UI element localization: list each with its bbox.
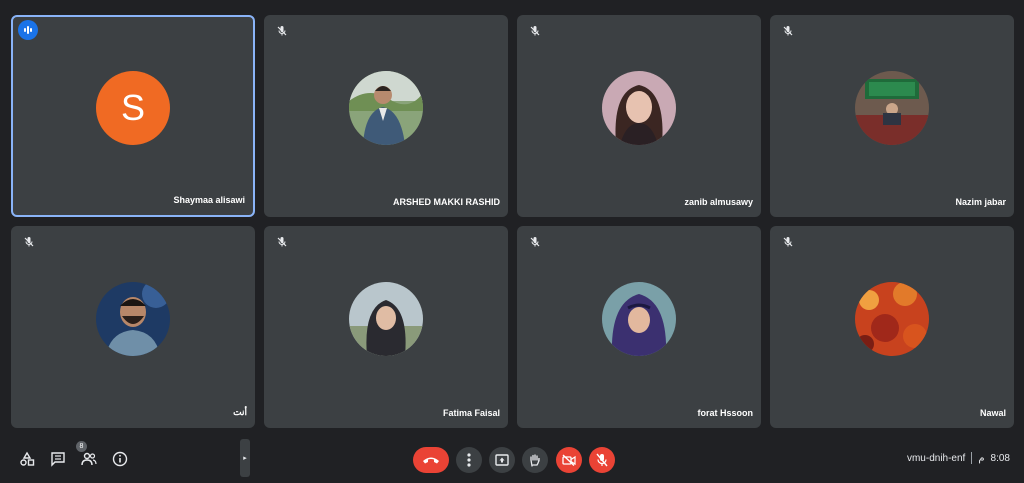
participant-name: forat Hssoon bbox=[697, 408, 753, 418]
bottom-toolbar: 8 vmu-dnih-enf م 8:08 bbox=[0, 435, 1024, 483]
meeting-code: vmu-dnih-enf bbox=[906, 452, 966, 464]
mic-off-icon bbox=[20, 233, 38, 251]
participant-tile[interactable]: zanib almusawy bbox=[517, 15, 761, 217]
mic-off-icon bbox=[596, 453, 608, 467]
end-call-icon bbox=[423, 457, 439, 464]
speaking-icon bbox=[18, 20, 38, 40]
microphone-toggle-button[interactable] bbox=[589, 447, 615, 473]
participant-tile[interactable]: Nazim jabar bbox=[770, 15, 1014, 217]
avatar bbox=[96, 282, 170, 356]
present-icon bbox=[495, 454, 509, 466]
participant-tile[interactable]: S Shaymaa alisawi bbox=[11, 15, 255, 217]
avatar bbox=[602, 282, 676, 356]
mic-off-icon bbox=[779, 233, 797, 251]
participant-name: Nazim jabar bbox=[955, 197, 1006, 207]
avatar bbox=[602, 71, 676, 145]
camera-off-icon bbox=[562, 454, 576, 466]
participant-tile[interactable]: أنت bbox=[11, 226, 255, 428]
raise-hand-button[interactable] bbox=[522, 447, 548, 473]
participant-name: zanib almusawy bbox=[684, 197, 753, 207]
avatar: S bbox=[96, 71, 170, 145]
chat-icon[interactable] bbox=[46, 447, 70, 471]
time-suffix: م bbox=[978, 452, 985, 464]
mic-off-icon bbox=[273, 233, 291, 251]
participant-tile[interactable]: forat Hssoon bbox=[517, 226, 761, 428]
camera-toggle-button[interactable] bbox=[556, 447, 582, 473]
mic-off-icon bbox=[779, 22, 797, 40]
participant-name: أنت bbox=[233, 407, 247, 417]
info-icon[interactable] bbox=[108, 447, 132, 471]
present-button[interactable] bbox=[489, 447, 515, 473]
participant-name: Shaymaa alisawi bbox=[173, 195, 245, 205]
meeting-info: vmu-dnih-enf م 8:08 bbox=[907, 452, 1010, 464]
participant-tile[interactable]: Fatima Faisal bbox=[264, 226, 508, 428]
avatar-initial: S bbox=[120, 87, 145, 128]
mic-off-icon bbox=[526, 233, 544, 251]
participant-name: Nawal bbox=[979, 408, 1006, 418]
avatar bbox=[349, 282, 423, 356]
participant-name: ARSHED MAKKI RASHID bbox=[392, 197, 500, 207]
avatar bbox=[349, 71, 423, 145]
divider bbox=[971, 452, 973, 464]
avatar bbox=[855, 282, 929, 356]
participant-tile[interactable]: ARSHED MAKKI RASHID bbox=[264, 15, 508, 217]
activities-icon[interactable] bbox=[15, 447, 39, 471]
participant-tile[interactable]: Nawal bbox=[770, 226, 1014, 428]
mic-off-icon bbox=[273, 22, 291, 40]
avatar bbox=[855, 71, 929, 145]
participant-name: Fatima Faisal bbox=[442, 408, 500, 418]
mic-off-icon bbox=[526, 22, 544, 40]
raise-hand-icon bbox=[530, 454, 540, 467]
end-call-button[interactable] bbox=[413, 447, 449, 473]
clock-time: 8:08 bbox=[990, 452, 1010, 464]
people-count-badge: 8 bbox=[76, 441, 87, 452]
more-options-button[interactable] bbox=[456, 447, 482, 473]
more-options-icon bbox=[467, 453, 471, 467]
